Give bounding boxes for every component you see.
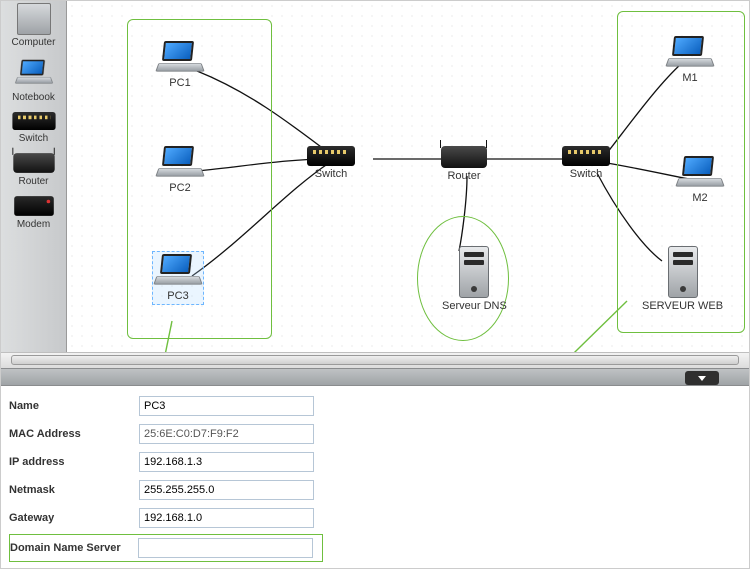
palette-label: Router <box>18 176 48 187</box>
device-palette: Computer Notebook Switch Router Modem <box>1 1 67 352</box>
gateway-field[interactable] <box>139 508 314 528</box>
label-mac: MAC Address <box>9 428 139 440</box>
collapse-button[interactable] <box>685 371 719 385</box>
node-label: Serveur DNS <box>442 300 507 312</box>
label-ip: IP address <box>9 456 139 468</box>
label-dns: Domain Name Server <box>10 542 138 554</box>
ip-field[interactable] <box>139 452 314 472</box>
node-label: M2 <box>692 192 707 204</box>
node-pc1[interactable]: PC1 <box>157 41 203 89</box>
node-label: Switch <box>315 168 347 180</box>
node-dns-server[interactable]: Serveur DNS <box>442 246 507 312</box>
palette-computer[interactable]: Computer <box>12 3 56 48</box>
node-label: PC3 <box>167 290 188 302</box>
properties-panel: Name MAC Address IP address Netmask Gate… <box>1 386 749 568</box>
label-gateway: Gateway <box>9 512 139 524</box>
scrollbar-thumb[interactable] <box>11 355 739 365</box>
dns-row-highlight: Domain Name Server <box>9 534 323 562</box>
palette-label: Switch <box>19 133 48 144</box>
node-label: PC2 <box>169 182 190 194</box>
computer-icon <box>17 3 51 35</box>
palette-notebook[interactable]: Notebook <box>11 56 57 103</box>
mac-field <box>139 424 314 444</box>
node-web-server[interactable]: SERVEUR WEB <box>642 246 723 312</box>
modem-icon <box>14 196 54 216</box>
node-m1[interactable]: M1 <box>667 36 713 84</box>
notebook-icon <box>16 60 52 87</box>
palette-label: Modem <box>17 219 50 230</box>
dns-field[interactable] <box>138 538 313 558</box>
name-field[interactable] <box>139 396 314 416</box>
workspace: Computer Notebook Switch Router Modem <box>1 1 749 352</box>
palette-router[interactable]: Router <box>11 152 57 187</box>
node-label: M1 <box>682 72 697 84</box>
node-label: Switch <box>570 168 602 180</box>
node-m2[interactable]: M2 <box>677 156 723 204</box>
palette-label: Notebook <box>12 92 55 103</box>
horizontal-scrollbar[interactable] <box>1 352 749 368</box>
node-label: PC1 <box>169 77 190 89</box>
node-label: Router <box>447 170 480 182</box>
notebook-icon <box>157 146 203 180</box>
notebook-icon <box>157 41 203 75</box>
label-netmask: Netmask <box>9 484 139 496</box>
notebook-icon <box>667 36 713 70</box>
node-pc2[interactable]: PC2 <box>157 146 203 194</box>
topology-canvas[interactable]: PC1 PC2 PC3 Switch Router Switch <box>67 1 749 352</box>
router-icon <box>13 153 54 173</box>
router-icon <box>441 146 487 168</box>
netmask-field[interactable] <box>139 480 314 500</box>
palette-switch[interactable]: Switch <box>10 111 58 144</box>
server-icon <box>459 246 489 298</box>
switch-icon <box>562 146 610 166</box>
node-switch-right[interactable]: Switch <box>562 146 610 180</box>
node-pc3[interactable]: PC3 <box>152 251 204 305</box>
label-name: Name <box>9 400 139 412</box>
app-window: Computer Notebook Switch Router Modem <box>0 0 750 569</box>
node-label: SERVEUR WEB <box>642 300 723 312</box>
switch-icon <box>307 146 355 166</box>
palette-modem[interactable]: Modem <box>12 195 56 230</box>
notebook-icon <box>155 254 201 288</box>
notebook-icon <box>677 156 723 190</box>
switch-icon <box>12 112 55 130</box>
node-switch-left[interactable]: Switch <box>307 146 355 180</box>
palette-label: Computer <box>12 37 56 48</box>
node-router[interactable]: Router <box>441 146 487 182</box>
panel-divider[interactable] <box>1 368 749 386</box>
server-icon <box>668 246 698 298</box>
